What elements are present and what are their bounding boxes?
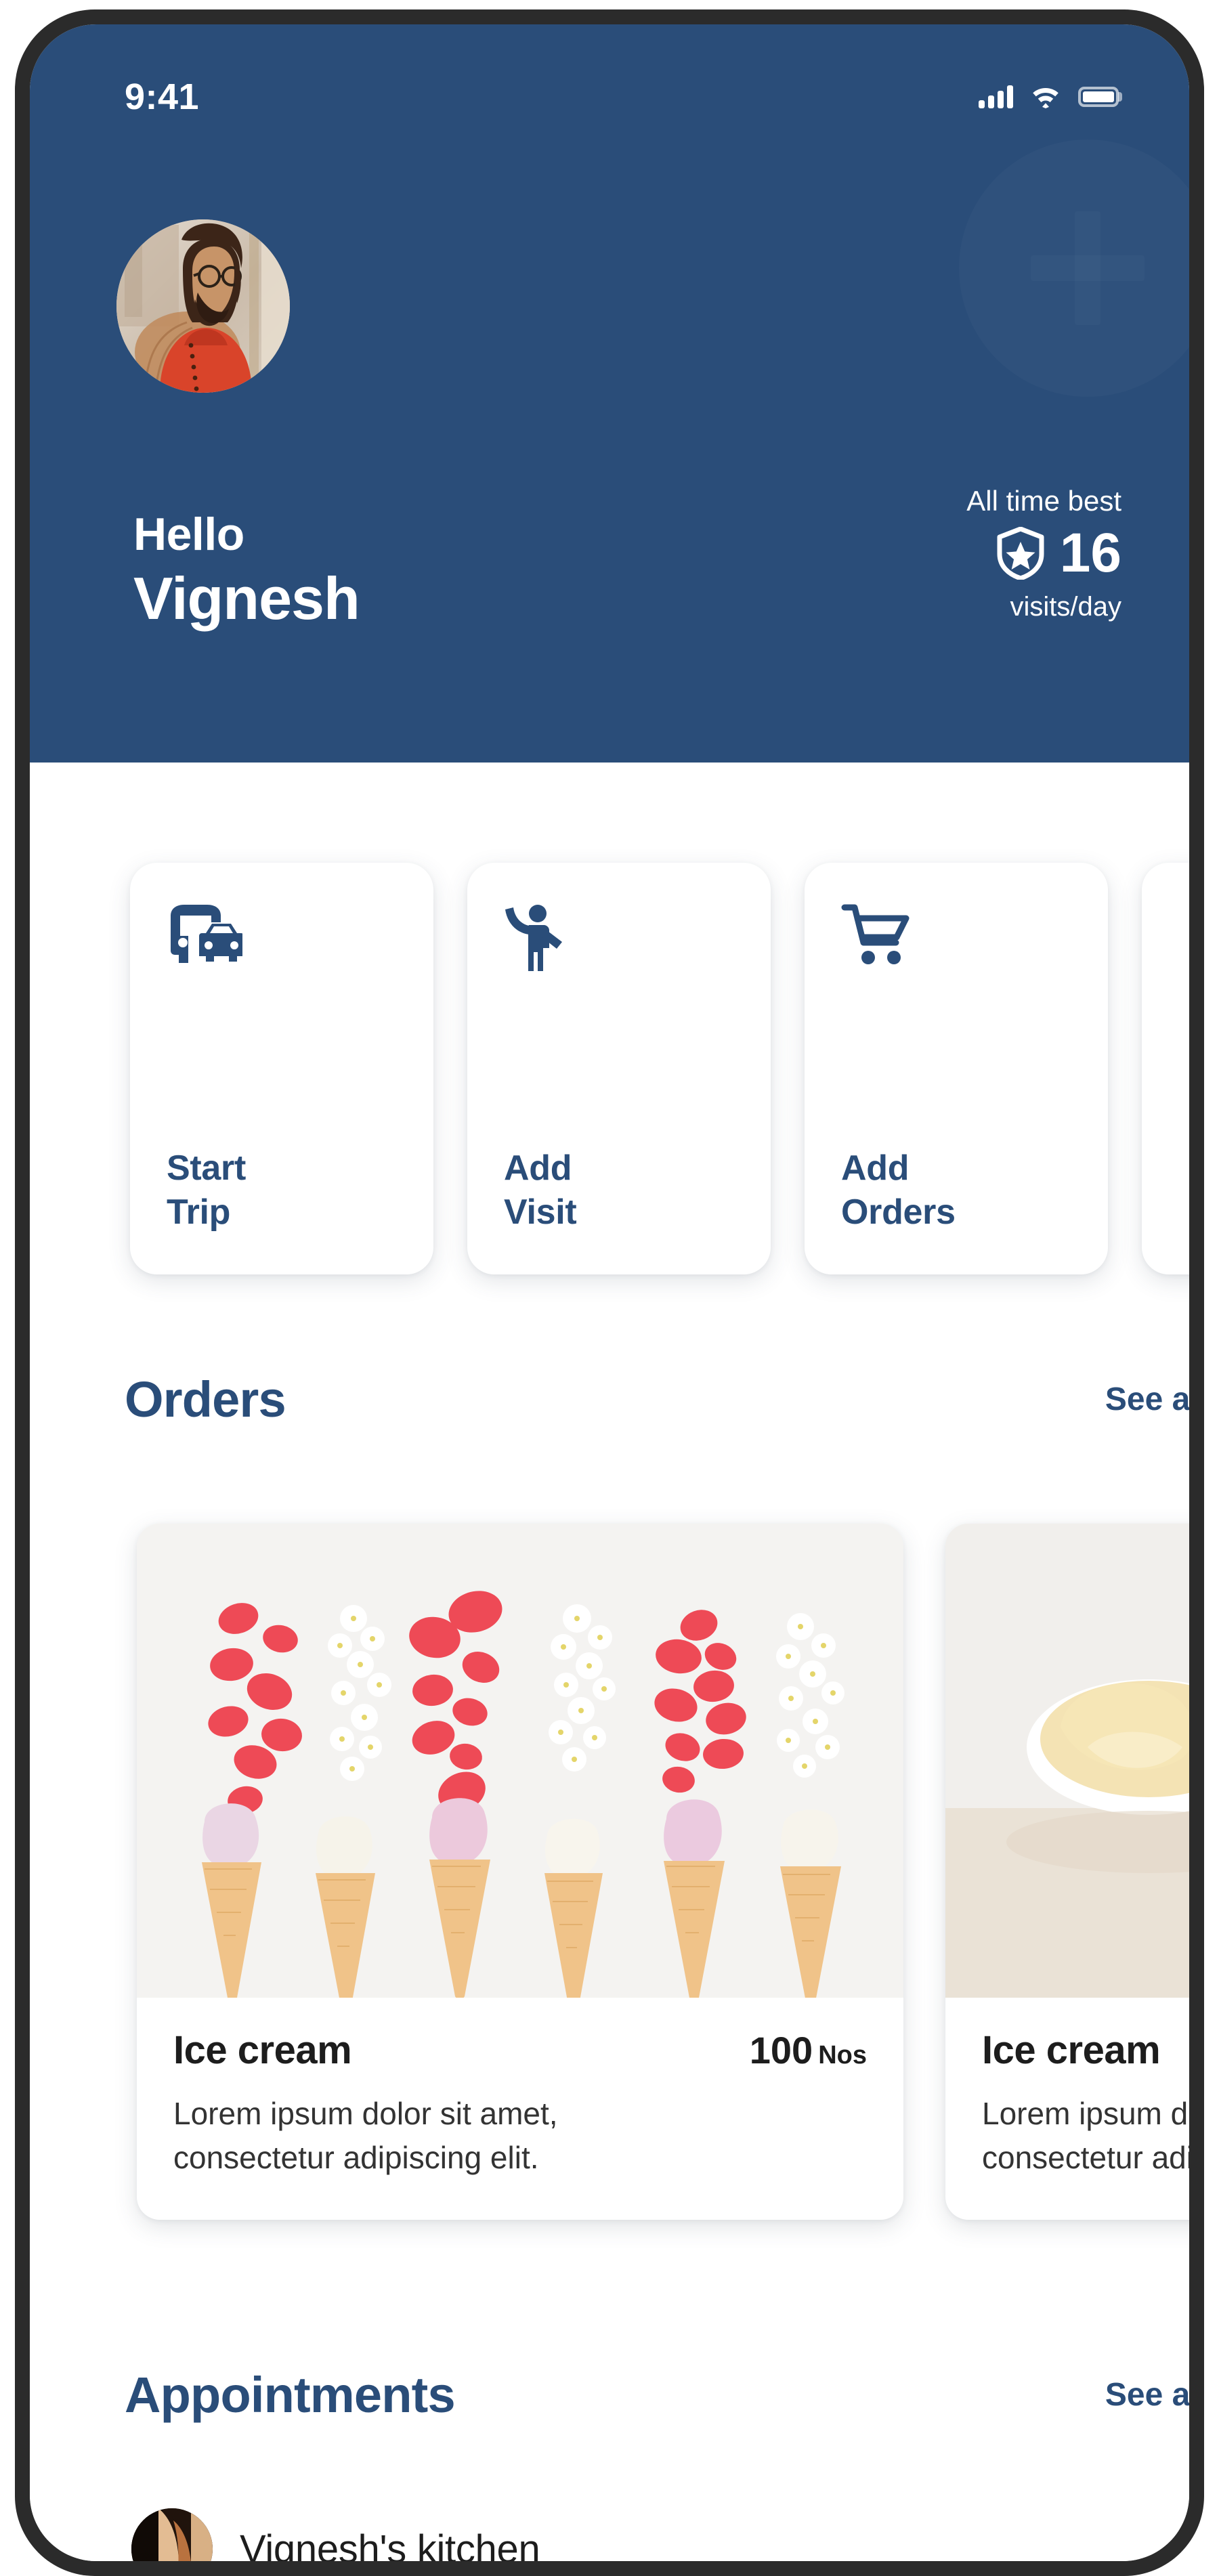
phone-screen: 9:41 Hello Vignesh All time best 16 visi… — [30, 24, 1189, 2561]
ice-cream-scoops-photo — [945, 1524, 1189, 1998]
action-label: Add Orders — [841, 1148, 956, 1232]
appointments-title: Appointments — [125, 2367, 456, 2423]
appointments-section-header: Appointments See all — [125, 2366, 1189, 2424]
app-header — [30, 24, 1189, 763]
action-card-start-trip[interactable]: Start Trip — [130, 863, 433, 1274]
all-time-best-stat: All time best 16 visits/day — [966, 485, 1121, 622]
action-label: Add Visit — [504, 1148, 577, 1232]
status-icons — [979, 85, 1122, 108]
placeholder-icon — [1178, 902, 1189, 972]
signal-bars-icon — [979, 85, 1013, 108]
order-quantity-value: 100 — [749, 2029, 813, 2071]
order-description: Lorem ipsum dolor sit amet, consectetur … — [173, 2096, 558, 2176]
order-name: Ice cream — [982, 2028, 1161, 2072]
stat-value-row: 16 — [966, 525, 1121, 581]
action-card-next[interactable] — [1142, 863, 1189, 1274]
greeting-block: Hello Vignesh — [133, 509, 360, 632]
order-quantity-unit: Nos — [818, 2041, 867, 2069]
order-title-row: Ice cream 100Nos — [982, 2027, 1189, 2073]
order-body: Ice cream 100Nos Lorem ipsum dolor sit a… — [137, 1998, 903, 2220]
action-card-add-orders[interactable]: Add Orders — [805, 863, 1108, 1274]
stat-label: All time best — [966, 485, 1121, 517]
appointment-name: Vignesh's kitchen — [240, 2527, 540, 2562]
order-card[interactable]: Ice cream 100Nos Lorem ipsum dolor sit a… — [945, 1524, 1189, 2220]
avatar[interactable] — [116, 219, 290, 393]
stat-value: 16 — [1059, 522, 1121, 584]
orders-title: Orders — [125, 1371, 286, 1427]
orders-see-all-link[interactable]: See all — [1105, 1381, 1189, 1418]
avatar — [131, 2508, 213, 2561]
order-name: Ice cream — [173, 2028, 352, 2072]
status-time: 9:41 — [125, 77, 200, 117]
action-label: Start Trip — [167, 1148, 246, 1232]
order-title-row: Ice cream 100Nos — [173, 2027, 867, 2073]
order-body: Ice cream 100Nos Lorem ipsum dolor sit a… — [945, 1998, 1189, 2220]
header-watermark-icon — [959, 139, 1189, 397]
shield-star-icon — [996, 526, 1045, 581]
stat-unit: visits/day — [1010, 592, 1122, 622]
status-bar: 9:41 — [30, 66, 1189, 127]
phone-frame: 9:41 Hello Vignesh All time best 16 visi… — [15, 9, 1204, 2576]
appointments-see-all-link[interactable]: See all — [1105, 2376, 1189, 2413]
wifi-icon — [1031, 85, 1061, 108]
ice-cream-cones-photo — [137, 1524, 903, 1998]
user-name: Vignesh — [133, 564, 360, 632]
order-card[interactable]: Ice cream 100Nos Lorem ipsum dolor sit a… — [137, 1524, 903, 2220]
content-sheet: Start Trip Add Visit Add Orders Orders S… — [30, 775, 1189, 2561]
person-waving-icon — [504, 902, 580, 972]
shopping-cart-icon — [841, 902, 917, 972]
battery-icon — [1078, 87, 1122, 107]
greeting-hello: Hello — [133, 509, 244, 560]
order-description: Lorem ipsum dolor sit amet, consectetur … — [982, 2096, 1189, 2176]
orders-row[interactable]: Ice cream 100 Nos Lorem ipsum dolor sit a… — [30, 1524, 1189, 2220]
orders-section-header: Orders See all — [125, 1371, 1189, 1428]
order-quantity: 100 Nos — [750, 2028, 867, 2072]
quick-actions-row[interactable]: Start Trip Add Visit Add Orders — [30, 863, 1189, 1274]
bus-car-icon — [167, 902, 242, 972]
action-card-add-visit[interactable]: Add Visit — [467, 863, 771, 1274]
list-item[interactable]: Vignesh's kitchen — [131, 2508, 540, 2561]
